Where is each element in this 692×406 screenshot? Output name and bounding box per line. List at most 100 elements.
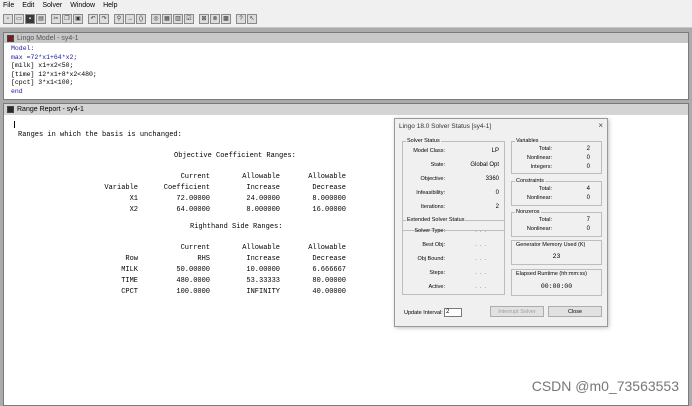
save-icon[interactable]: ▪	[25, 14, 35, 24]
nonzeros-total: 7	[586, 217, 590, 223]
range-report-title: Range Report - sy4-1	[17, 106, 84, 113]
tile-icon[interactable]: ▩	[221, 14, 231, 24]
table-cell: 64.00000	[176, 206, 210, 214]
text-cursor	[14, 121, 15, 128]
table-cell: 80.00000	[312, 277, 346, 285]
group-label: Variables	[515, 138, 540, 145]
cut-icon[interactable]: ✂	[51, 14, 61, 24]
open-icon[interactable]: ▭	[14, 14, 24, 24]
new-icon[interactable]: ▫	[3, 14, 13, 24]
field-label: Nonlinear:	[526, 195, 552, 201]
menu-file[interactable]: File	[3, 0, 14, 11]
match-paren-icon[interactable]: ()	[136, 14, 146, 24]
runtime-group: Elapsed Runtime (hh:mm:ss) 00:00:00	[511, 269, 602, 296]
update-interval-input[interactable]: 2	[444, 308, 462, 317]
field-label: Nonlinear:	[526, 155, 552, 161]
group-label: Constraints	[515, 178, 545, 185]
group-label: Elapsed Runtime (hh:mm:ss)	[515, 271, 588, 278]
empty-value: ...	[475, 228, 490, 234]
lingo-app-icon	[7, 34, 14, 42]
interrupt-solver-button[interactable]: Interrupt Solver	[490, 306, 544, 317]
context-help-icon[interactable]: ↖	[247, 14, 257, 24]
empty-value: ...	[475, 242, 490, 248]
col-header: Current	[180, 244, 210, 252]
empty-value: ...	[475, 256, 490, 262]
solver-status-dialog[interactable]: Lingo 18.0 Solver Status [sy4-1] × Solve…	[394, 118, 608, 327]
group-label: Nonzeros	[515, 209, 541, 216]
empty-value: ...	[475, 270, 490, 276]
goto-icon[interactable]: →	[125, 14, 135, 24]
solve-icon[interactable]: ◎	[151, 14, 161, 24]
menu-bar: File Edit Solver Window Help	[0, 0, 692, 11]
field-label: Total:	[538, 217, 552, 223]
field-label: Infeasibility:	[416, 190, 445, 196]
field-label: State:	[430, 162, 445, 168]
col-header: Allowable	[242, 244, 280, 252]
field-label: Integers:	[530, 164, 552, 170]
toolbar: ▫ ▭ ▪ ▤ ✂ ❐ ▣ ↶ ↷ ⚲ → () ◎ ▦ ▥ ☑ ⊠ ⊗ ▩ ?…	[0, 11, 692, 28]
table-cell: 24.00000	[246, 195, 280, 203]
help-icon[interactable]: ?	[236, 14, 246, 24]
nonzeros-nonlinear: 0	[586, 226, 590, 232]
paste-icon[interactable]: ▣	[73, 14, 83, 24]
variables-group: Variables Total: 2 Nonlinear: 0 Integers…	[511, 138, 602, 174]
undo-icon[interactable]: ↶	[88, 14, 98, 24]
model-window-title: Lingo Model - sy4-1	[17, 34, 79, 42]
update-interval-label: Update Interval:	[404, 310, 443, 316]
print-icon[interactable]: ▤	[36, 14, 46, 24]
menu-window[interactable]: Window	[70, 0, 95, 11]
table-cell: 8.000000	[312, 195, 346, 203]
table-cell: CPCT	[121, 288, 138, 296]
constraints-nonlinear: 0	[586, 195, 590, 201]
model-editor[interactable]: Model: max =72*x1+64*x2; [milk] x1+x2<50…	[4, 43, 688, 96]
field-label: Best Obj:	[422, 242, 445, 248]
table-cell: 72.00000	[176, 195, 210, 203]
close-button[interactable]: Close	[548, 306, 602, 317]
menu-edit[interactable]: Edit	[22, 0, 34, 11]
field-label: Model Class:	[413, 148, 445, 154]
field-label: Steps:	[429, 270, 445, 276]
send-to-back-icon[interactable]: ⊠	[199, 14, 209, 24]
field-label: Total:	[538, 186, 552, 192]
range-report-titlebar[interactable]: Range Report - sy4-1	[4, 104, 688, 115]
close-icon[interactable]: ×	[598, 121, 603, 130]
menu-solver[interactable]: Solver	[42, 0, 62, 11]
col-header: Allowable	[308, 173, 346, 181]
memory-group: Generator Memory Used (K) 23	[511, 240, 602, 265]
redo-icon[interactable]: ↷	[99, 14, 109, 24]
code-line: [cpct] 3*x1<100;	[11, 79, 74, 86]
code-line: [time] 12*x1+8*x2<480;	[11, 70, 97, 78]
col-header: Variable	[104, 184, 138, 192]
field-label: Iterations:	[420, 204, 445, 210]
table-cell: 50.00000	[176, 266, 210, 274]
col-header: Decrease	[312, 184, 346, 192]
constraints-group: Constraints Total: 4 Nonlinear: 0	[511, 178, 602, 206]
close-all-icon[interactable]: ⊗	[210, 14, 220, 24]
matrix-icon[interactable]: ▥	[173, 14, 183, 24]
dialog-title: Lingo 18.0 Solver Status [sy4-1]	[399, 122, 492, 130]
variables-total: 2	[586, 146, 590, 152]
table-cell: 8.000000	[246, 206, 280, 214]
field-label: Active:	[428, 284, 445, 290]
code-line: Model:	[11, 45, 35, 52]
col-header: Row	[125, 255, 138, 263]
model-window-titlebar[interactable]: Lingo Model - sy4-1	[4, 33, 688, 43]
model-window[interactable]: Lingo Model - sy4-1 Model: max =72*x1+64…	[3, 32, 689, 100]
menu-help[interactable]: Help	[103, 0, 117, 11]
code-line: end	[11, 87, 23, 95]
copy-icon[interactable]: ❐	[62, 14, 72, 24]
objective-ranges-title: Objective Coefficient Ranges:	[174, 152, 296, 160]
objective-value: 3360	[485, 176, 499, 182]
table-cell: 10.00000	[246, 266, 280, 274]
find-icon[interactable]: ⚲	[114, 14, 124, 24]
model-class-value: LP	[491, 148, 499, 154]
col-header: Increase	[246, 255, 280, 263]
report-icon	[7, 106, 14, 113]
table-cell: X2	[129, 206, 138, 214]
runtime-value: 00:00:00	[540, 283, 573, 290]
report-heading: Ranges in which the basis is unchanged:	[18, 131, 182, 139]
field-label: Objective:	[420, 176, 445, 182]
options-icon[interactable]: ☑	[184, 14, 194, 24]
solution-icon[interactable]: ▦	[162, 14, 172, 24]
table-cell: 480.0000	[176, 277, 210, 285]
